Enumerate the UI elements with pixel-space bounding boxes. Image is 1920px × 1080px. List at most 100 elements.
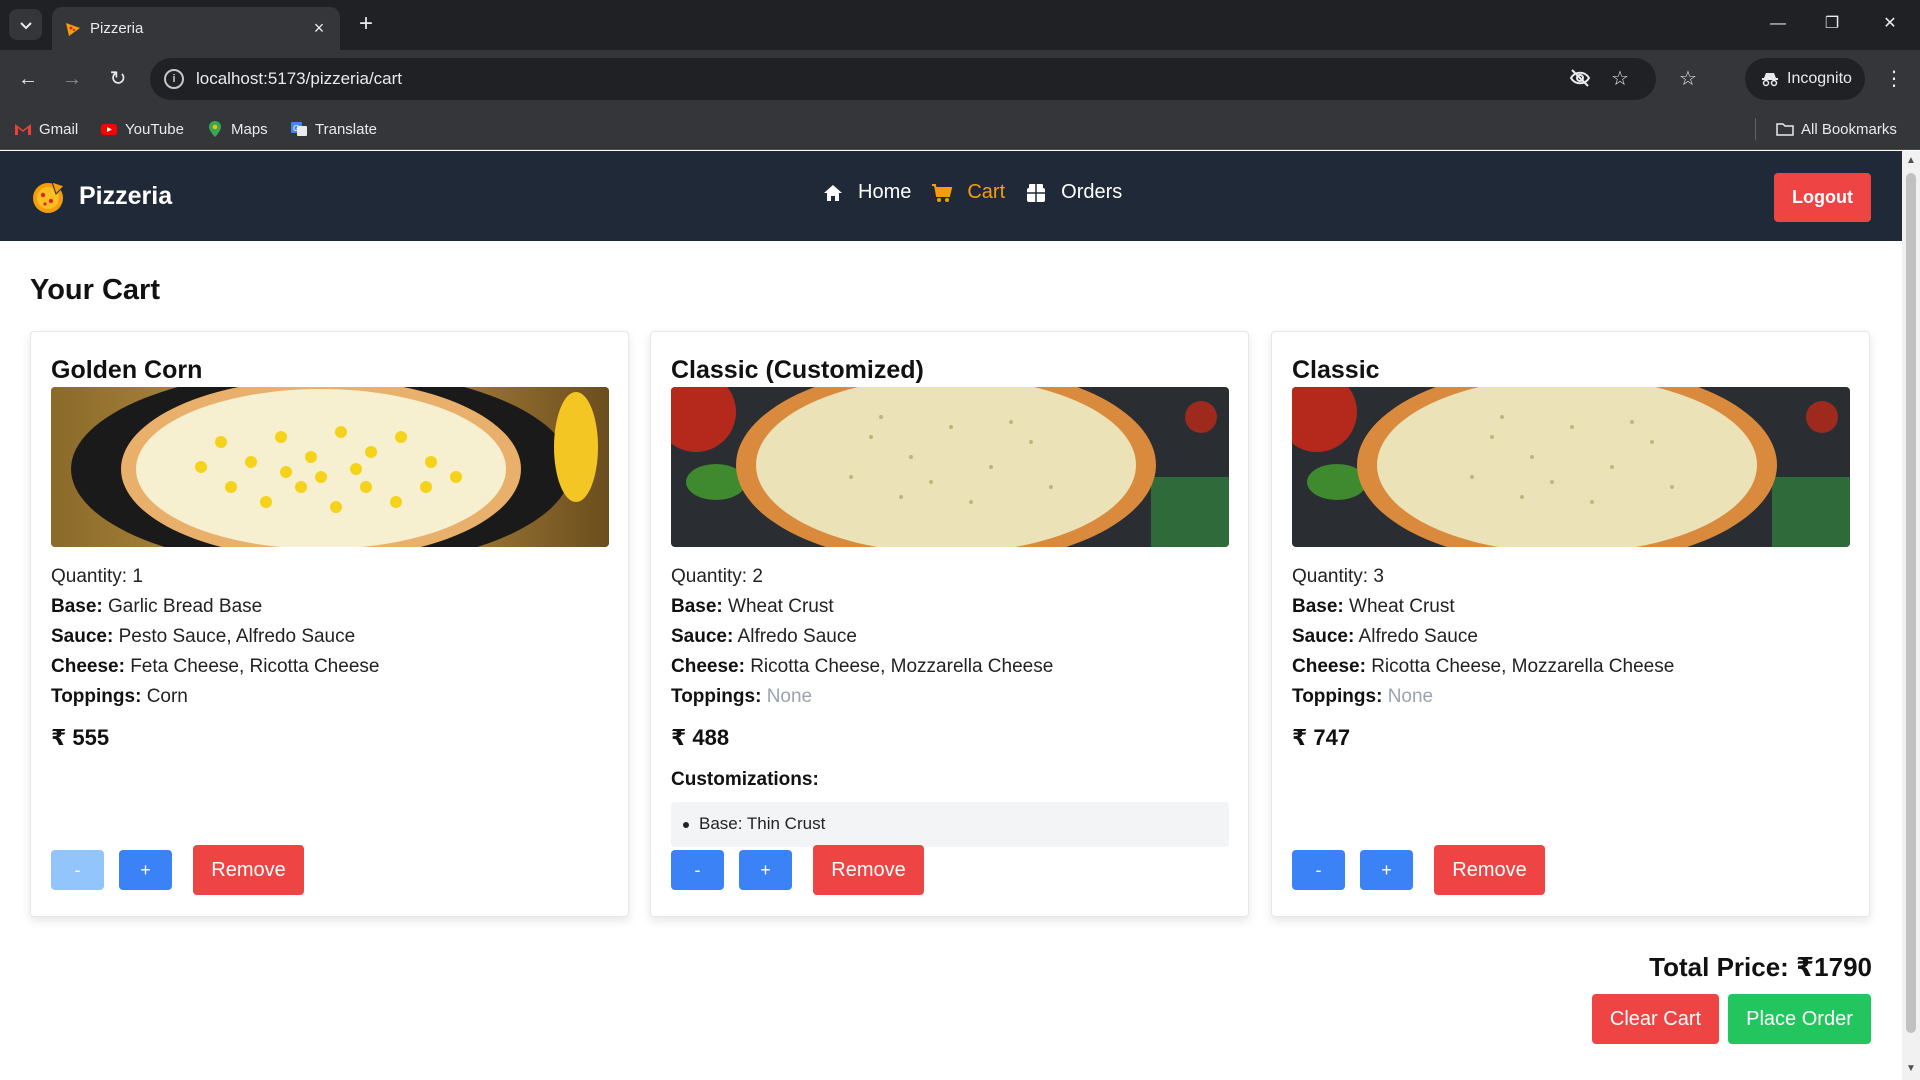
pizza-favicon-icon (66, 23, 80, 36)
cart-item-card: Classic (Customized) Quantity: 2 Base: W… (650, 331, 1249, 917)
remove-item-button[interactable]: Remove (1434, 845, 1545, 895)
clear-cart-button[interactable]: Clear Cart (1592, 994, 1719, 1044)
folder-icon (1776, 123, 1794, 136)
pizza-image-classic-customized (671, 387, 1229, 547)
item-price: ₹ 555 (51, 725, 110, 750)
incognito-badge[interactable]: Incognito (1745, 58, 1865, 100)
brand[interactable]: Pizzeria (30, 178, 172, 215)
tab-search-button[interactable] (9, 9, 42, 40)
scroll-up-arrow-icon[interactable]: ▲ (1905, 155, 1917, 167)
reload-icon[interactable]: ↻ (104, 65, 132, 93)
svg-text:G: G (293, 124, 299, 133)
base-value: Garlic Bread Base (108, 596, 263, 617)
item-sauce: Sauce: Alfredo Sauce (671, 622, 1053, 652)
base-value: Wheat Crust (1349, 596, 1455, 617)
orders-box-icon (1027, 183, 1046, 202)
bookmark-youtube[interactable]: YouTube (100, 119, 184, 139)
logout-button[interactable]: Logout (1774, 173, 1871, 222)
back-arrow-icon[interactable]: ← (14, 65, 42, 93)
page-scrollbar[interactable]: ▲ ▼ (1902, 151, 1920, 1080)
bookmark-maps-label: Maps (231, 120, 268, 138)
bookmark-maps[interactable]: Maps (206, 119, 268, 139)
site-info-icon[interactable]: i (164, 69, 184, 89)
item-details: Quantity: 2 Base: Wheat Crust Sauce: Alf… (671, 562, 1053, 712)
scroll-down-arrow-icon[interactable]: ▼ (1905, 1063, 1917, 1075)
customization-item: Base: Thin Crust (699, 814, 826, 833)
url-text: localhost:5173/pizzeria/cart (196, 69, 403, 88)
nav-cart[interactable]: Cart (931, 181, 1005, 204)
sauce-label: Sauce: (1292, 626, 1355, 647)
bookmark-gmail-label: Gmail (39, 120, 79, 138)
browser-tab-strip: Pizzeria × + — ❐ ✕ (0, 0, 1920, 50)
toppings-value: None (766, 686, 813, 707)
minimize-icon[interactable]: — (1766, 12, 1790, 36)
increase-quantity-button[interactable]: + (1360, 850, 1413, 890)
gmail-icon (15, 124, 31, 135)
place-order-button[interactable]: Place Order (1728, 994, 1871, 1044)
browser-tab-pizzeria[interactable]: Pizzeria × (52, 7, 340, 50)
pizza-logo-icon (33, 181, 65, 213)
all-bookmarks-label: All Bookmarks (1801, 120, 1897, 138)
bookmarks-separator (1755, 118, 1756, 140)
sauce-value: Alfredo Sauce (1358, 626, 1478, 647)
customizations-list: Base: Thin Crust (671, 802, 1229, 847)
pizza-image-golden-corn (51, 387, 609, 547)
bookmarks-bar: Gmail YouTube Maps G Translate All Bookm… (0, 108, 1920, 150)
sauce-label: Sauce: (51, 626, 114, 647)
base-label: Base: (671, 596, 723, 617)
scrollbar-thumb[interactable] (1906, 173, 1916, 1033)
pizza-image-classic (1292, 387, 1850, 547)
item-base: Base: Wheat Crust (1292, 592, 1674, 622)
item-quantity: Quantity: 2 (671, 566, 763, 587)
address-bar[interactable]: i localhost:5173/pizzeria/cart ☆ (150, 58, 1656, 100)
bookmarks-manager-star-icon[interactable]: ☆ (1674, 65, 1702, 93)
item-sauce: Sauce: Pesto Sauce, Alfredo Sauce (51, 622, 379, 652)
item-name: Classic (Customized) (671, 356, 924, 384)
bookmark-star-icon[interactable]: ☆ (1608, 67, 1632, 91)
tab-close-icon[interactable]: × (310, 19, 328, 37)
toppings-value: None (1387, 686, 1434, 707)
close-window-icon[interactable]: ✕ (1878, 12, 1902, 36)
browser-menu-icon[interactable]: ⋮ (1880, 65, 1908, 93)
youtube-icon (101, 124, 117, 135)
item-cheese: Cheese: Ricotta Cheese, Mozzarella Chees… (1292, 652, 1674, 682)
increase-quantity-button[interactable]: + (119, 850, 172, 890)
item-cheese: Cheese: Ricotta Cheese, Mozzarella Chees… (671, 652, 1053, 682)
toppings-label: Toppings: (671, 686, 762, 707)
all-bookmarks[interactable]: All Bookmarks (1776, 119, 1897, 139)
cart-item-card: Classic Quantity: 3 Base: Wheat Crust Sa… (1271, 331, 1870, 917)
bookmark-gmail[interactable]: Gmail (14, 119, 78, 139)
item-quantity: Quantity: 1 (51, 566, 143, 587)
cart-item-card: Golden Corn Quantity: 1 Base: Garlic Bre… (30, 331, 629, 917)
new-tab-plus-icon[interactable]: + (354, 12, 378, 36)
translate-icon: G (291, 122, 307, 136)
nav-home[interactable]: Home (822, 181, 911, 204)
item-sauce: Sauce: Alfredo Sauce (1292, 622, 1674, 652)
incognito-label: Incognito (1787, 70, 1852, 87)
toppings-label: Toppings: (51, 686, 142, 707)
cheese-value: Ricotta Cheese, Mozzarella Cheese (750, 656, 1054, 677)
sauce-value: Alfredo Sauce (737, 626, 857, 647)
forward-arrow-icon[interactable]: → (58, 65, 86, 93)
decrease-quantity-button[interactable]: - (1292, 850, 1345, 890)
item-name: Classic (1292, 356, 1380, 384)
eye-off-icon[interactable] (1568, 67, 1592, 91)
remove-item-button[interactable]: Remove (813, 845, 924, 895)
sauce-label: Sauce: (671, 626, 734, 647)
browser-toolbar: ← → ↻ i localhost:5173/pizzeria/cart ☆ ☆… (0, 50, 1920, 108)
increase-quantity-button[interactable]: + (739, 850, 792, 890)
decrease-quantity-button[interactable]: - (671, 850, 724, 890)
cheese-label: Cheese: (1292, 656, 1366, 677)
bookmark-translate[interactable]: G Translate (290, 119, 377, 139)
item-details: Quantity: 3 Base: Wheat Crust Sauce: Alf… (1292, 562, 1674, 712)
item-toppings: Toppings: None (1292, 682, 1674, 712)
nav-home-label: Home (858, 181, 912, 203)
nav-orders[interactable]: Orders (1025, 181, 1122, 204)
main-nav: Home Cart Orders (822, 181, 1142, 204)
item-price: ₹ 747 (1292, 725, 1351, 750)
decrease-quantity-button[interactable]: - (51, 850, 104, 890)
remove-item-button[interactable]: Remove (193, 845, 304, 895)
cart-icon (932, 183, 953, 202)
restore-icon[interactable]: ❐ (1820, 12, 1844, 36)
item-toppings: Toppings: Corn (51, 682, 379, 712)
